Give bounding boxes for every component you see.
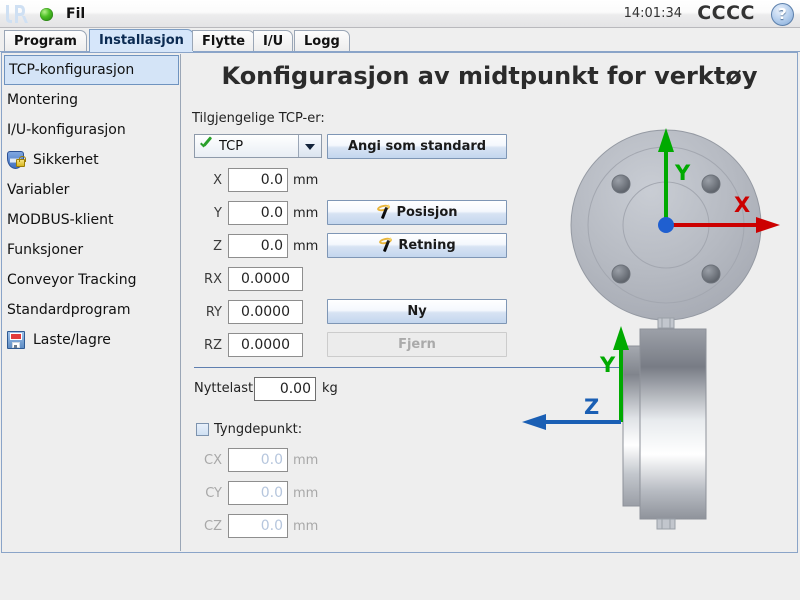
- field-label-ry: RY: [205, 304, 222, 320]
- field-label-cy: CY: [205, 485, 222, 501]
- tab-logg[interactable]: Logg: [294, 30, 350, 51]
- tab-bar: Program Installasjon Flytte I/U Logg: [0, 28, 800, 52]
- sidebar-item-sikkerhet[interactable]: Sikkerhet: [3, 145, 180, 175]
- sidebar-item-funksjoner[interactable]: Funksjoner: [3, 235, 180, 265]
- magic-wand-icon: [378, 236, 394, 253]
- side-view-z-label: Z: [584, 395, 599, 419]
- z-input[interactable]: 0.0: [228, 234, 288, 258]
- available-tcp-label: Tilgjengelige TCP-er:: [192, 111, 325, 126]
- sidebar-item-label: Sikkerhet: [33, 152, 99, 168]
- green-check-icon: [199, 139, 214, 153]
- tcp-select-value: TCP: [219, 138, 244, 154]
- remove-button[interactable]: Fjern: [327, 332, 507, 357]
- ur-logo-icon: [3, 2, 33, 26]
- unit-label-cz: mm: [293, 518, 319, 534]
- title-bar: Fil 14:01:34 CCCC ?: [0, 0, 800, 28]
- sidebar: TCP-konfigurasjon Montering I/U-konfigur…: [3, 54, 181, 551]
- unit-label-cx: mm: [293, 452, 319, 468]
- field-label-z: Z: [213, 238, 222, 254]
- sidebar-item-standardprogram[interactable]: Standardprogram: [3, 295, 180, 325]
- center-of-gravity-checkbox[interactable]: [196, 423, 209, 436]
- payload-unit-label: kg: [322, 381, 338, 396]
- field-label-rx: RX: [204, 271, 222, 287]
- cy-input[interactable]: 0.0: [228, 481, 288, 505]
- page-title: Konfigurasjon av midtpunkt for verktøy: [221, 62, 758, 90]
- orientation-button-label: Retning: [398, 238, 456, 253]
- sidebar-item-variabler[interactable]: Variabler: [3, 175, 180, 205]
- tab-flytte[interactable]: Flytte: [192, 30, 256, 51]
- tab-installasjon[interactable]: Installasjon: [89, 29, 194, 52]
- tab-program[interactable]: Program: [4, 30, 87, 51]
- sidebar-item-label: Funksjoner: [7, 242, 84, 258]
- field-row-x: X 0.0 mm: [194, 167, 318, 193]
- sidebar-item-laste-lagre[interactable]: Laste/lagre: [3, 325, 180, 355]
- field-row-ry: RY 0.0000: [194, 299, 303, 325]
- field-label-x: X: [213, 172, 222, 188]
- file-menu-button[interactable]: Fil: [60, 5, 91, 23]
- ry-input[interactable]: 0.0000: [228, 300, 303, 324]
- rz-input[interactable]: 0.0000: [228, 333, 303, 357]
- clock-label: 14:01:34: [623, 6, 682, 21]
- sidebar-item-modbus-klient[interactable]: MODBUS-klient: [3, 205, 180, 235]
- unit-label-z: mm: [293, 238, 319, 254]
- sidebar-item-label: Conveyor Tracking: [7, 272, 137, 288]
- help-icon[interactable]: ?: [771, 3, 794, 26]
- main-pane: Konfigurasjon av midtpunkt for verktøy T…: [182, 54, 797, 551]
- sidebar-item-label: Montering: [7, 92, 79, 108]
- set-default-button[interactable]: Angi som standard: [327, 134, 507, 159]
- field-row-y: Y 0.0 mm: [194, 200, 318, 226]
- sidebar-item-label: Laste/lagre: [33, 332, 111, 348]
- sidebar-item-label: Standardprogram: [7, 302, 131, 318]
- chevron-down-icon[interactable]: [298, 135, 321, 157]
- status-led-icon: [40, 8, 53, 21]
- sidebar-item-montering[interactable]: Montering: [3, 85, 180, 115]
- cz-input[interactable]: 0.0: [228, 514, 288, 538]
- field-row-z: Z 0.0 mm: [194, 233, 318, 259]
- magic-wand-icon: [376, 203, 392, 220]
- field-row-rz: RZ 0.0000: [194, 332, 303, 358]
- center-of-gravity-label: Tyngdepunkt:: [214, 422, 303, 437]
- y-input[interactable]: 0.0: [228, 201, 288, 225]
- front-view-y-label: Y: [674, 161, 691, 185]
- sidebar-item-label: MODBUS-klient: [7, 212, 114, 228]
- orientation-button[interactable]: Retning: [327, 233, 507, 258]
- shield-lock-icon: [7, 150, 27, 170]
- center-of-gravity-row[interactable]: Tyngdepunkt:: [196, 422, 302, 437]
- sidebar-item-label: I/U-konfigurasjon: [7, 122, 126, 138]
- sidebar-item-iu-konfigurasjon[interactable]: I/U-konfigurasjon: [3, 115, 180, 145]
- field-row-rx: RX 0.0000: [194, 266, 303, 292]
- tool-flange-side-view: Y Z: [502, 324, 797, 549]
- robot-name-label: CCCC: [697, 2, 755, 24]
- rx-input[interactable]: 0.0000: [228, 267, 303, 291]
- floppy-disk-icon: [7, 330, 27, 350]
- content-panel: TCP-konfigurasjon Montering I/U-konfigur…: [1, 52, 798, 553]
- position-button[interactable]: Posisjon: [327, 200, 507, 225]
- field-row-cy: CY 0.0 mm: [194, 480, 318, 506]
- x-input[interactable]: 0.0: [228, 168, 288, 192]
- sidebar-item-tcp-konfigurasjon[interactable]: TCP-konfigurasjon: [4, 55, 179, 85]
- sidebar-item-conveyor-tracking[interactable]: Conveyor Tracking: [3, 265, 180, 295]
- field-label-cz: CZ: [204, 518, 222, 534]
- field-row-cz: CZ 0.0 mm: [194, 513, 318, 539]
- tcp-select[interactable]: TCP: [194, 134, 322, 158]
- unit-label-x: mm: [293, 172, 319, 188]
- new-button[interactable]: Ny: [327, 299, 507, 324]
- front-view-x-label: X: [734, 193, 750, 217]
- field-row-cx: CX 0.0 mm: [194, 447, 318, 473]
- unit-label-cy: mm: [293, 485, 319, 501]
- tab-iu[interactable]: I/U: [253, 30, 294, 51]
- unit-label-y: mm: [293, 205, 319, 221]
- payload-label: Nyttelast:: [194, 381, 258, 396]
- field-label-y: Y: [214, 205, 222, 221]
- position-button-label: Posisjon: [396, 205, 458, 220]
- cx-input[interactable]: 0.0: [228, 448, 288, 472]
- sidebar-item-label: TCP-konfigurasjon: [9, 62, 135, 78]
- tool-flange-front-view: Y X: [570, 122, 790, 337]
- side-view-y-label: Y: [599, 353, 616, 377]
- field-label-cx: CX: [204, 452, 222, 468]
- field-label-rz: RZ: [204, 337, 222, 353]
- payload-input[interactable]: 0.00: [254, 377, 316, 401]
- sidebar-item-label: Variabler: [7, 182, 70, 198]
